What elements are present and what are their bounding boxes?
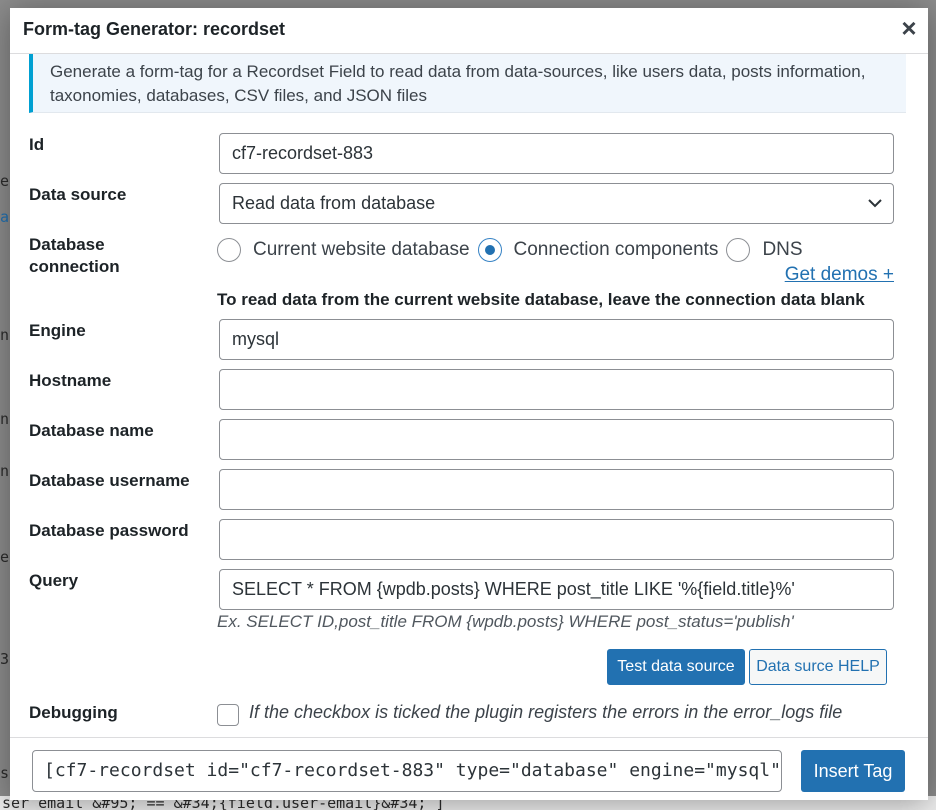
- database-connection-label-line2: connection: [29, 257, 120, 276]
- debugging-label: Debugging: [29, 703, 118, 722]
- id-input[interactable]: cf7-recordset-883: [219, 133, 894, 174]
- data-source-label: Data source: [29, 185, 127, 204]
- background-fragment: e: [0, 548, 10, 566]
- data-source-help-button[interactable]: Data surce HELP: [749, 649, 887, 685]
- radio-dns[interactable]: [726, 238, 751, 262]
- hostname-label: Hostname: [29, 371, 112, 390]
- query-label: Query: [29, 571, 79, 590]
- database-connection-label-line1: Database: [29, 235, 105, 254]
- background-fragment: e: [0, 172, 10, 190]
- test-data-source-button[interactable]: Test data source: [607, 649, 745, 685]
- radio-label-dns: DNS: [762, 239, 803, 260]
- get-demos-link[interactable]: Get demos +: [785, 264, 894, 286]
- background-fragment: n: [0, 326, 10, 344]
- database-username-input[interactable]: [219, 469, 894, 510]
- debugging-checkbox[interactable]: [217, 704, 239, 726]
- database-username-label: Database username: [29, 471, 190, 490]
- query-input[interactable]: SELECT * FROM {wpdb.posts} WHERE post_ti…: [219, 569, 894, 610]
- background-fragment: a: [0, 208, 10, 226]
- background-fragment: n: [0, 410, 10, 428]
- database-connection-radio-group: Current website database Connection comp…: [217, 236, 811, 264]
- data-source-select[interactable]: Read data from database: [219, 183, 894, 224]
- engine-label: Engine: [29, 321, 86, 340]
- database-password-label: Database password: [29, 521, 189, 540]
- hostname-input[interactable]: [219, 369, 894, 410]
- dialog-header: Form-tag Generator: recordset ×: [10, 8, 928, 54]
- engine-input[interactable]: mysql: [219, 319, 894, 360]
- close-icon[interactable]: ×: [896, 15, 922, 42]
- debugging-description: If the checkbox is ticked the plugin reg…: [249, 702, 843, 722]
- dialog-title: Form-tag Generator: recordset: [23, 19, 286, 39]
- query-example: Ex. SELECT ID,post_title FROM {wpdb.post…: [217, 612, 794, 631]
- insert-tag-button[interactable]: Insert Tag: [801, 750, 905, 792]
- background-fragment: 3: [0, 650, 10, 668]
- generated-tag-field[interactable]: [cf7-recordset id="cf7-recordset-883" ty…: [32, 750, 782, 792]
- radio-current-website-database[interactable]: [217, 238, 241, 262]
- background-fragment: s: [0, 764, 10, 782]
- radio-label-current-website-database: Current website database: [253, 239, 470, 260]
- database-connection-label: Database connection: [29, 234, 120, 278]
- database-password-input[interactable]: [219, 519, 894, 560]
- radio-label-connection-components: Connection components: [513, 239, 719, 260]
- background-fragment: n: [0, 462, 10, 480]
- dialog-footer: [cf7-recordset id="cf7-recordset-883" ty…: [10, 737, 928, 800]
- data-source-selected-value: Read data from database: [232, 193, 436, 213]
- database-name-label: Database name: [29, 421, 154, 440]
- chevron-down-icon: [868, 199, 882, 208]
- database-name-input[interactable]: [219, 419, 894, 460]
- form-tag-generator-dialog: Form-tag Generator: recordset × Generate…: [10, 8, 928, 800]
- radio-connection-components[interactable]: [477, 238, 502, 262]
- connection-hint: To read data from the current website da…: [217, 290, 865, 309]
- id-label: Id: [29, 135, 45, 154]
- info-notice: Generate a form-tag for a Recordset Fiel…: [29, 54, 906, 113]
